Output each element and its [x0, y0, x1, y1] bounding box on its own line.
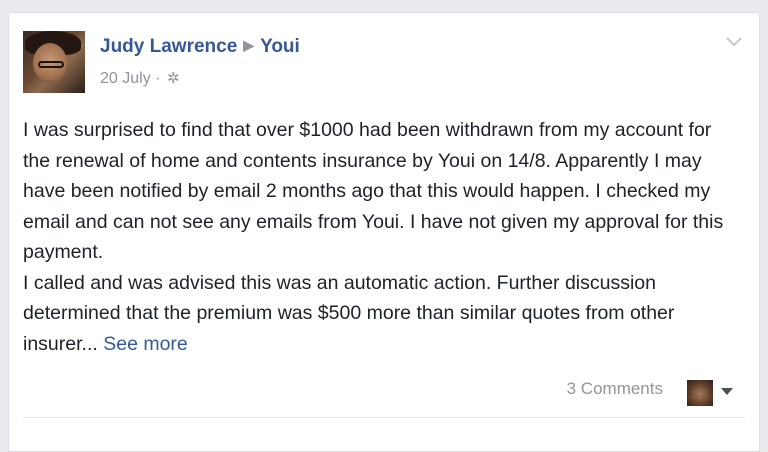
post-body: I was surprised to find that over $1000 …	[23, 115, 743, 359]
gear-icon[interactable]: ✲	[167, 70, 180, 87]
post-card: Judy Lawrence ▶ Youi 20 July · ✲ I was sur…	[8, 12, 760, 452]
triangle-right-icon: ▶	[243, 37, 255, 53]
meta-separator: ·	[155, 70, 161, 87]
author-name-link[interactable]: Judy Lawrence	[100, 36, 237, 57]
target-page-link[interactable]: Youi	[260, 36, 300, 57]
chevron-down-icon[interactable]	[725, 35, 743, 49]
commenter-avatar[interactable]	[687, 380, 713, 406]
caret-down-icon[interactable]	[721, 388, 733, 395]
post-paragraph: I was surprised to find that over $1000 …	[23, 119, 724, 263]
divider	[23, 417, 745, 418]
post-header: Judy Lawrence ▶ Youi	[100, 36, 300, 58]
author-avatar[interactable]	[23, 31, 85, 93]
post-paragraph: I called and was advised this was an aut…	[23, 268, 743, 360]
see-more-link[interactable]: See more	[103, 333, 188, 355]
post-meta: 20 July · ✲	[100, 69, 180, 88]
comments-count-link[interactable]: 3 Comments	[567, 379, 663, 399]
post-date-link[interactable]: 20 July	[100, 70, 151, 87]
avatar-glasses	[38, 61, 64, 68]
